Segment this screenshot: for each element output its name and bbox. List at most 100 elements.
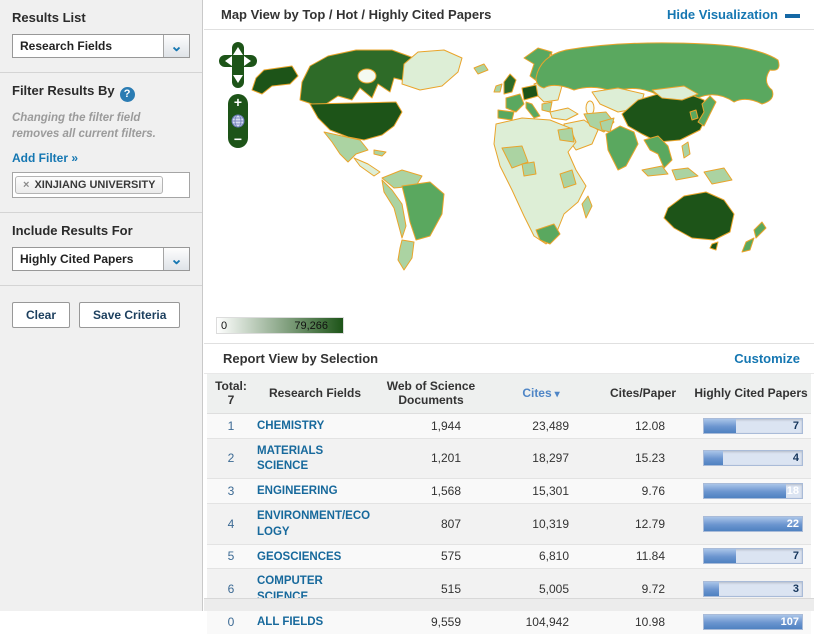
- row-rank: 5: [207, 544, 255, 569]
- map-zoom-control[interactable]: + −: [228, 94, 248, 148]
- row-cites-value: 10,319: [487, 503, 595, 544]
- table-row: 2MATERIALS SCIENCE1,20118,29715.234: [207, 438, 811, 479]
- country-spain[interactable]: [498, 110, 514, 120]
- row-cites-per-paper-value: 11.84: [595, 544, 691, 569]
- zoom-out-icon[interactable]: −: [234, 133, 242, 146]
- research-field-link[interactable]: ENVIRONMENT/ECOLOGY: [257, 510, 370, 538]
- hudson-bay: [358, 69, 376, 83]
- column-research-fields: Research Fields: [255, 374, 375, 413]
- highly-cited-bar: 4: [703, 450, 803, 466]
- country-italy[interactable]: [526, 102, 540, 118]
- results-list-heading: Results List: [12, 10, 190, 25]
- results-list-select[interactable]: Research Fields ⌄: [12, 34, 190, 58]
- country-germany[interactable]: [522, 85, 538, 100]
- filter-tag[interactable]: × XINJIANG UNIVERSITY: [15, 176, 163, 194]
- row-docs-value: 1,568: [375, 479, 487, 504]
- country-new-zealand-north[interactable]: [754, 222, 766, 238]
- save-criteria-button[interactable]: Save Criteria: [79, 302, 180, 328]
- column-cites[interactable]: Cites ▾: [487, 374, 595, 413]
- map-color-legend: 0 79,266: [216, 317, 344, 334]
- remove-tag-icon[interactable]: ×: [23, 179, 29, 191]
- report-header: Report View by Selection Customize: [204, 344, 814, 374]
- cites-sort-label[interactable]: Cites: [522, 386, 551, 400]
- row-bar-cell: 107: [691, 609, 811, 633]
- country-greenland[interactable]: [402, 50, 462, 90]
- row-cites-per-paper-value: 10.98: [595, 609, 691, 633]
- country-argentina[interactable]: [398, 240, 414, 270]
- country-iceland[interactable]: [474, 64, 488, 74]
- row-cites-value: 15,301: [487, 479, 595, 504]
- highly-cited-bar: 7: [703, 418, 803, 434]
- country-philippines[interactable]: [682, 142, 690, 158]
- hide-visualization-label: Hide Visualization: [667, 7, 778, 22]
- research-field-link[interactable]: ENGINEERING: [257, 485, 338, 497]
- highly-cited-count: 4: [793, 452, 799, 464]
- clear-button[interactable]: Clear: [12, 302, 70, 328]
- research-field-link[interactable]: ALL FIELDS: [257, 616, 323, 628]
- country-nigeria[interactable]: [522, 162, 536, 176]
- globe-icon[interactable]: [231, 114, 245, 128]
- country-usa[interactable]: [310, 102, 402, 140]
- country-ireland[interactable]: [494, 84, 502, 92]
- region-central-america[interactable]: [354, 158, 380, 176]
- country-india[interactable]: [606, 126, 638, 170]
- country-egypt[interactable]: [558, 128, 574, 142]
- filter-tag-input[interactable]: × XINJIANG UNIVERSITY: [12, 172, 190, 198]
- row-rank: 1: [207, 413, 255, 438]
- total-header: Total: 7: [207, 374, 255, 413]
- highly-cited-count: 3: [793, 583, 799, 595]
- country-turkey[interactable]: [550, 108, 578, 120]
- row-cites-value: 6,810: [487, 544, 595, 569]
- country-south-korea[interactable]: [690, 110, 698, 120]
- country-france[interactable]: [506, 94, 524, 112]
- highly-cited-count: 18: [787, 485, 799, 497]
- hide-visualization-link[interactable]: Hide Visualization: [667, 7, 800, 22]
- column-highly-cited: Highly Cited Papers: [691, 374, 811, 413]
- include-results-selected-value: Highly Cited Papers: [13, 248, 163, 270]
- chevron-down-icon[interactable]: ⌄: [163, 248, 189, 270]
- table-row: 4ENVIRONMENT/ECOLOGY80710,31912.7922: [207, 503, 811, 544]
- country-brazil[interactable]: [402, 182, 444, 240]
- map-pan-control[interactable]: [219, 42, 257, 93]
- add-filter-link[interactable]: Add Filter »: [12, 151, 78, 165]
- country-australia[interactable]: [664, 192, 734, 240]
- table-row: 0ALL FIELDS9,559104,94210.98107: [207, 609, 811, 633]
- map-view-title: Map View by Top / Hot / Highly Cited Pap…: [221, 7, 667, 22]
- table-header-row: Total: 7 Research Fields Web of Science …: [207, 374, 811, 413]
- country-alaska[interactable]: [252, 66, 298, 94]
- country-uk[interactable]: [504, 74, 516, 94]
- row-field-cell: CHEMISTRY: [255, 413, 375, 438]
- table-row: 5GEOSCIENCES5756,81011.847: [207, 544, 811, 569]
- research-field-link[interactable]: CHEMISTRY: [257, 420, 324, 432]
- row-cites-value: 23,489: [487, 413, 595, 438]
- table-row: 1CHEMISTRY1,94423,48912.087: [207, 413, 811, 438]
- results-list-section: Results List Research Fields ⌄: [0, 0, 202, 73]
- customize-link[interactable]: Customize: [734, 351, 800, 366]
- research-field-link[interactable]: MATERIALS SCIENCE: [257, 445, 323, 473]
- country-indonesia-east[interactable]: [672, 168, 698, 180]
- legend-max-value: 79,266: [294, 320, 328, 332]
- country-new-zealand-south[interactable]: [742, 238, 754, 252]
- world-map[interactable]: [206, 38, 806, 310]
- zoom-in-icon[interactable]: +: [234, 96, 242, 109]
- column-wos-documents: Web of Science Documents: [375, 374, 487, 413]
- highly-cited-count: 7: [793, 420, 799, 432]
- row-bar-cell: 7: [691, 544, 811, 569]
- row-rank: 0: [207, 609, 255, 633]
- help-icon[interactable]: ?: [120, 87, 135, 102]
- highly-cited-bar: 3: [703, 581, 803, 597]
- include-results-select[interactable]: Highly Cited Papers ⌄: [12, 247, 190, 271]
- research-field-link[interactable]: GEOSCIENCES: [257, 551, 341, 563]
- region-balkans[interactable]: [542, 102, 552, 112]
- row-field-cell: GEOSCIENCES: [255, 544, 375, 569]
- country-cuba[interactable]: [374, 150, 386, 156]
- row-docs-value: 1,201: [375, 438, 487, 479]
- row-cites-per-paper-value: 12.08: [595, 413, 691, 438]
- region-tasmania[interactable]: [710, 242, 718, 250]
- region-new-guinea[interactable]: [704, 168, 732, 184]
- country-madagascar[interactable]: [582, 196, 592, 218]
- results-list-selected-value: Research Fields: [13, 35, 163, 57]
- chevron-down-icon[interactable]: ⌄: [163, 35, 189, 57]
- report-table: Total: 7 Research Fields Web of Science …: [207, 374, 811, 634]
- sort-down-icon: ▾: [555, 389, 560, 400]
